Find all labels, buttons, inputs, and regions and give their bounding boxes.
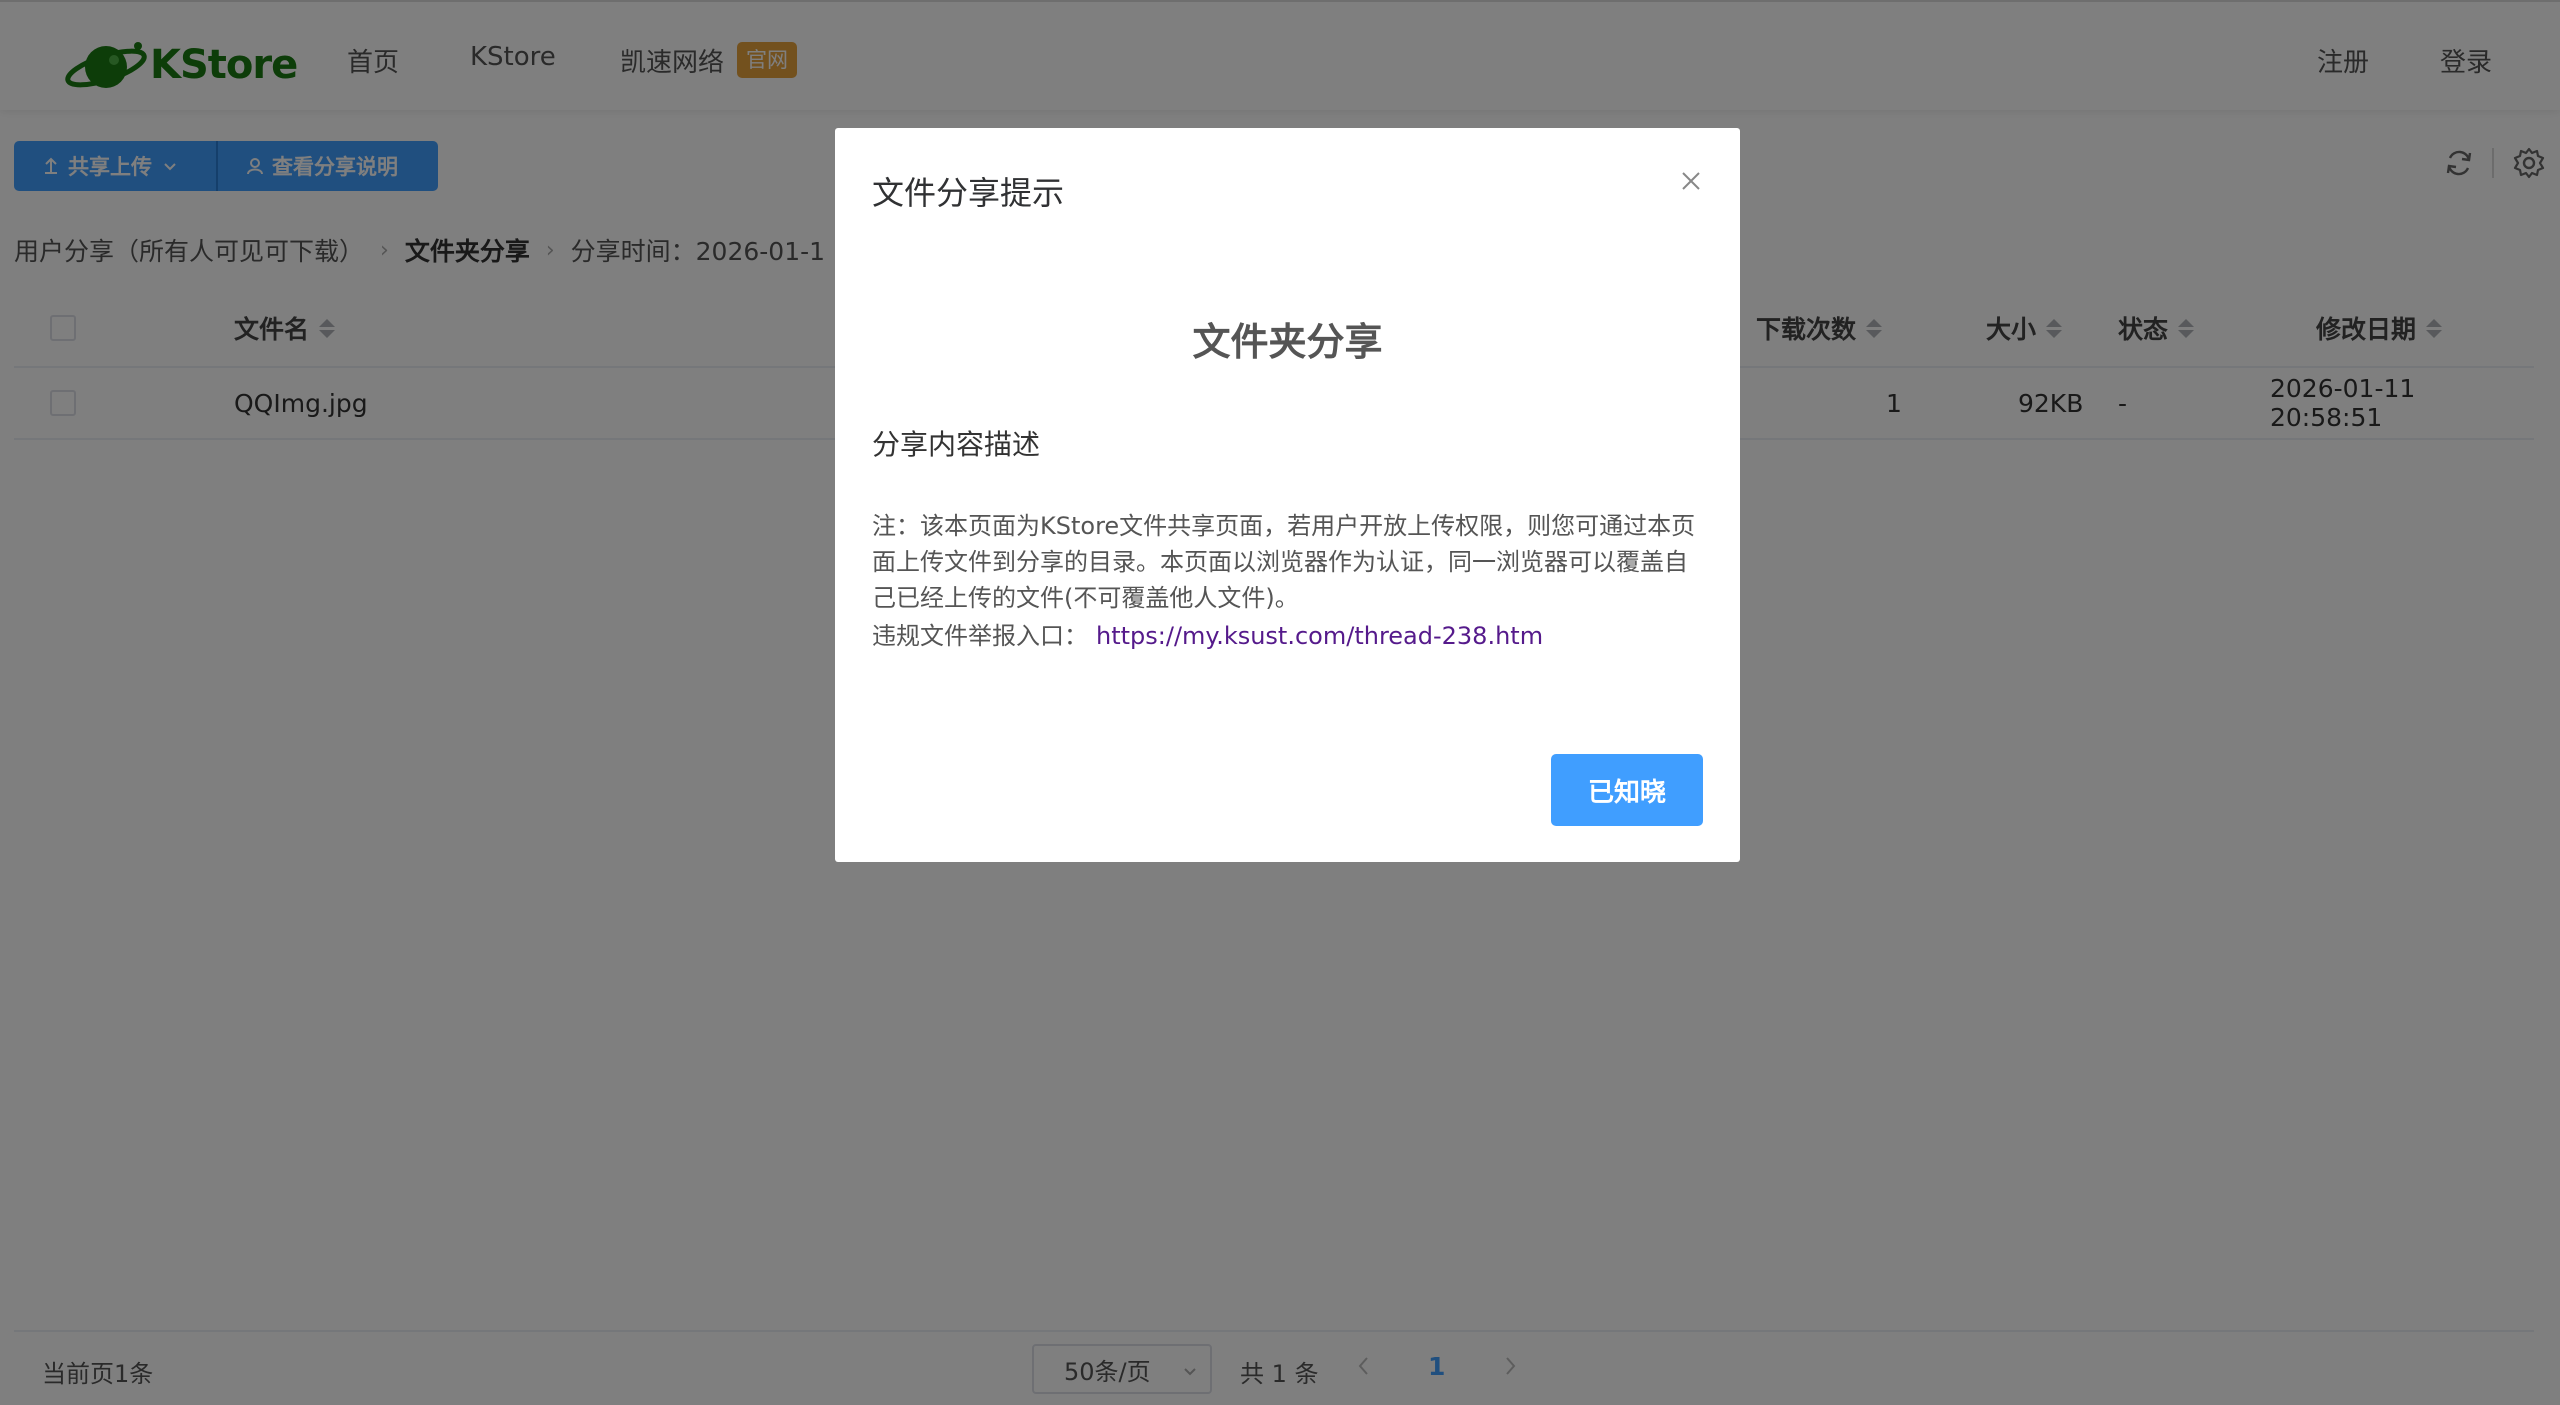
acknowledge-button[interactable]: 已知晓 xyxy=(1551,754,1703,826)
close-icon[interactable] xyxy=(1680,170,1702,192)
dialog-subheading: 分享内容描述 xyxy=(872,428,1041,461)
dialog-title: 文件分享提示 xyxy=(872,174,1065,212)
share-tip-dialog: 文件分享提示 文件夹分享 分享内容描述 注：该本页面为KStore文件共享页面，… xyxy=(835,128,1740,862)
report-link[interactable]: https://my.ksust.com/thread-238.htm xyxy=(1096,622,1543,650)
report-label: 违规文件举报入口： xyxy=(872,622,1088,650)
dialog-heading: 文件夹分享 xyxy=(1192,320,1383,364)
dialog-note: 注：该本页面为KStore文件共享页面，若用户开放上传权限，则您可通过本页面上传… xyxy=(872,512,1696,612)
report-line: 违规文件举报入口： https://my.ksust.com/thread-238… xyxy=(872,616,1543,651)
